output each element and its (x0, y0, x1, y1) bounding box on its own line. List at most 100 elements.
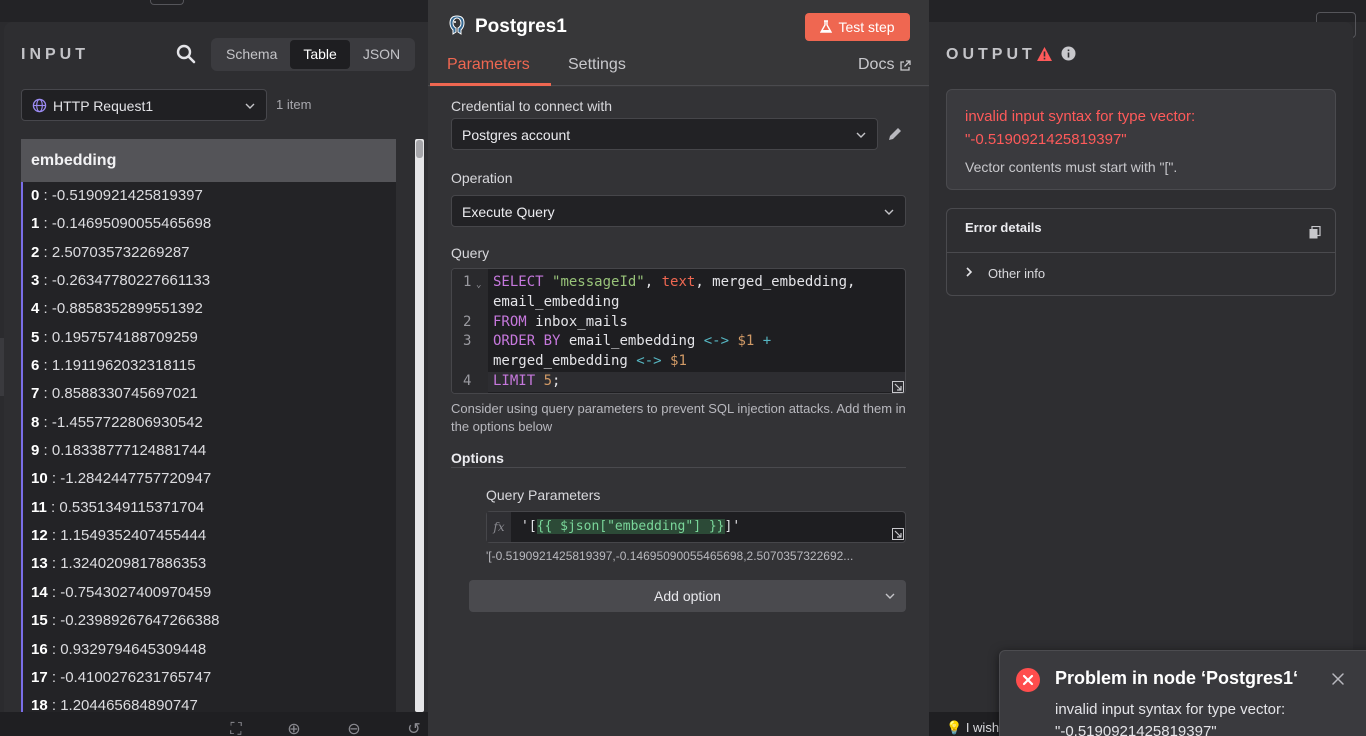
error-message-card: invalid input syntax for type vector: "-… (946, 89, 1336, 190)
row-index: 17 (31, 668, 48, 686)
feedback-link[interactable]: 💡 I wish (946, 720, 999, 736)
credential-label: Credential to connect with (451, 98, 613, 114)
error-title: invalid input syntax for type vector: "-… (965, 108, 1196, 148)
operation-select[interactable]: Execute Query (451, 195, 906, 227)
row-index: 12 (31, 527, 48, 545)
active-tab-indicator (430, 83, 551, 86)
table-row: 7 : 0.8588330745697021 (31, 385, 198, 403)
row-index: 16 (31, 640, 48, 658)
table-row: 12 : 1.1549352407455444 (31, 527, 207, 545)
chevron-down-icon (245, 103, 255, 109)
external-link-icon[interactable] (899, 60, 911, 72)
row-value: -1.2842447757720947 (60, 470, 212, 488)
query-hint: Consider using query parameters to preve… (451, 401, 906, 434)
row-value: 0.8588330745697021 (51, 385, 198, 403)
row-index: 10 (31, 470, 48, 488)
row-value: -0.26347780227661133 (51, 272, 211, 290)
view-tab-json[interactable]: JSON (350, 40, 413, 69)
add-option-label: Add option (654, 588, 721, 604)
edit-credential-icon[interactable] (886, 125, 904, 143)
chevron-right-icon[interactable] (964, 266, 974, 278)
row-value: -0.8858352899551392 (51, 300, 203, 318)
query-params-expression: '[{{ $json["embedding"] }}]' (521, 519, 741, 534)
code-line: email_embedding (493, 294, 620, 310)
node-details-panel: Postgres1 Test step Parameters Settings … (428, 0, 929, 736)
query-editor[interactable]: 1 ⌄ 2 3 4 SELECT "messageId", text, merg… (451, 268, 906, 394)
options-title: Options (451, 450, 504, 466)
copy-icon[interactable] (1309, 226, 1321, 239)
input-label: INPUT (21, 46, 89, 63)
expand-editor-icon[interactable] (892, 381, 904, 393)
query-params-input[interactable]: fx '[{{ $json["embedding"] }}]' (486, 511, 906, 543)
tab-settings[interactable]: Settings (568, 56, 626, 74)
code-line: FROM inbox_mails (493, 314, 628, 330)
table-row: 18 : 1.204465684890747 (23, 692, 396, 712)
fold-chevron-icon[interactable]: ⌄ (476, 280, 481, 290)
table-row: 1 : -0.14695090055465698 (31, 215, 212, 233)
docs-link[interactable]: Docs (858, 56, 894, 74)
zoom-in-icon[interactable]: ⊕ (274, 712, 314, 736)
other-info-toggle[interactable]: Other info (988, 266, 1045, 281)
error-details-card: Error details Other info (946, 208, 1336, 296)
operation-label: Operation (451, 170, 513, 186)
output-label: OUTPUT (946, 46, 1036, 63)
input-node-name: HTTP Request1 (53, 98, 154, 114)
query-params-label: Query Parameters (486, 487, 601, 503)
input-node-select[interactable]: HTTP Request1 (21, 89, 267, 121)
table-row: 8 : -1.4557722806930542 (31, 413, 203, 431)
table-row: 3 : -0.26347780227661133 (31, 272, 211, 290)
postgres-elephant-icon (449, 15, 465, 35)
credential-value: Postgres account (462, 127, 571, 143)
chevron-down-icon (884, 209, 894, 215)
close-icon[interactable] (1331, 672, 1345, 686)
code-line: LIMIT 5; (493, 373, 561, 389)
code-line: SELECT "messageId", text, merged_embeddi… (493, 274, 856, 290)
row-value: 0.1957574188709259 (51, 328, 198, 346)
tab-parameters[interactable]: Parameters (447, 56, 530, 74)
code-line: ORDER BY email_embedding <-> $1 + (493, 333, 772, 349)
operation-value: Execute Query (462, 204, 555, 220)
details-divider (947, 252, 1335, 253)
toast-message: invalid input syntax for type vector: "-… (1055, 701, 1286, 736)
toast-title: Problem in node ‘Postgres1‘ (1055, 668, 1299, 688)
output-panel: OUTPUT invalid input syntax for type vec… (929, 22, 1353, 712)
row-index: 14 (31, 583, 48, 601)
table-row: 6 : 1.1911962032318115 (31, 357, 196, 375)
query-label: Query (451, 245, 490, 261)
expand-expression-icon[interactable] (892, 528, 904, 540)
row-value: -1.4557722806930542 (51, 413, 203, 431)
table-row: 5 : 0.1957574188709259 (31, 328, 198, 346)
search-icon[interactable] (176, 44, 196, 64)
row-value: -0.4100276231765747 (60, 668, 212, 686)
zoom-out-icon[interactable]: ⊖ (334, 712, 374, 736)
row-index: 15 (31, 612, 48, 630)
canvas-handle (150, 0, 184, 5)
credential-select[interactable]: Postgres account (451, 118, 878, 150)
fit-view-icon[interactable]: ⛶ (216, 712, 256, 736)
table-scrollbar[interactable] (415, 139, 424, 712)
error-description: Vector contents must start with "[". (965, 159, 1178, 175)
row-value: -0.7543027400970459 (60, 583, 212, 601)
row-value: 1.1549352407455444 (60, 527, 207, 545)
input-panel: INPUT Schema Table JSON HTTP Request1 1 … (4, 22, 428, 712)
row-index: 13 (31, 555, 48, 573)
node-header: Postgres1 Test step Parameters Settings … (428, 0, 929, 86)
test-step-button[interactable]: Test step (805, 13, 910, 41)
error-toast: Problem in node ‘Postgres1‘ invalid inpu… (999, 650, 1366, 736)
test-step-label: Test step (838, 19, 895, 35)
item-count: 1 item (276, 97, 312, 112)
view-tab-table[interactable]: Table (290, 40, 350, 69)
row-value: -0.14695090055465698 (51, 215, 212, 233)
table-row: 16 : 0.9329794645309448 (31, 640, 207, 658)
table-row: 10 : -1.2842447757720947 (31, 470, 212, 488)
row-index: 11 (31, 498, 47, 516)
node-title[interactable]: Postgres1 (475, 16, 567, 38)
table-row: 17 : -0.4100276231765747 (31, 668, 212, 686)
row-value: -0.23989267647266388 (60, 612, 220, 630)
add-option-button[interactable]: Add option (469, 580, 906, 612)
view-tab-schema[interactable]: Schema (213, 40, 290, 69)
info-icon[interactable] (1061, 46, 1076, 61)
expression-preview: '[-0.5190921425819397,-0.146950900554656… (486, 549, 854, 563)
table-body: 0 : -0.5190921425819397 1 : -0.1469509005… (21, 182, 396, 712)
row-value: 0.9329794645309448 (60, 640, 207, 658)
